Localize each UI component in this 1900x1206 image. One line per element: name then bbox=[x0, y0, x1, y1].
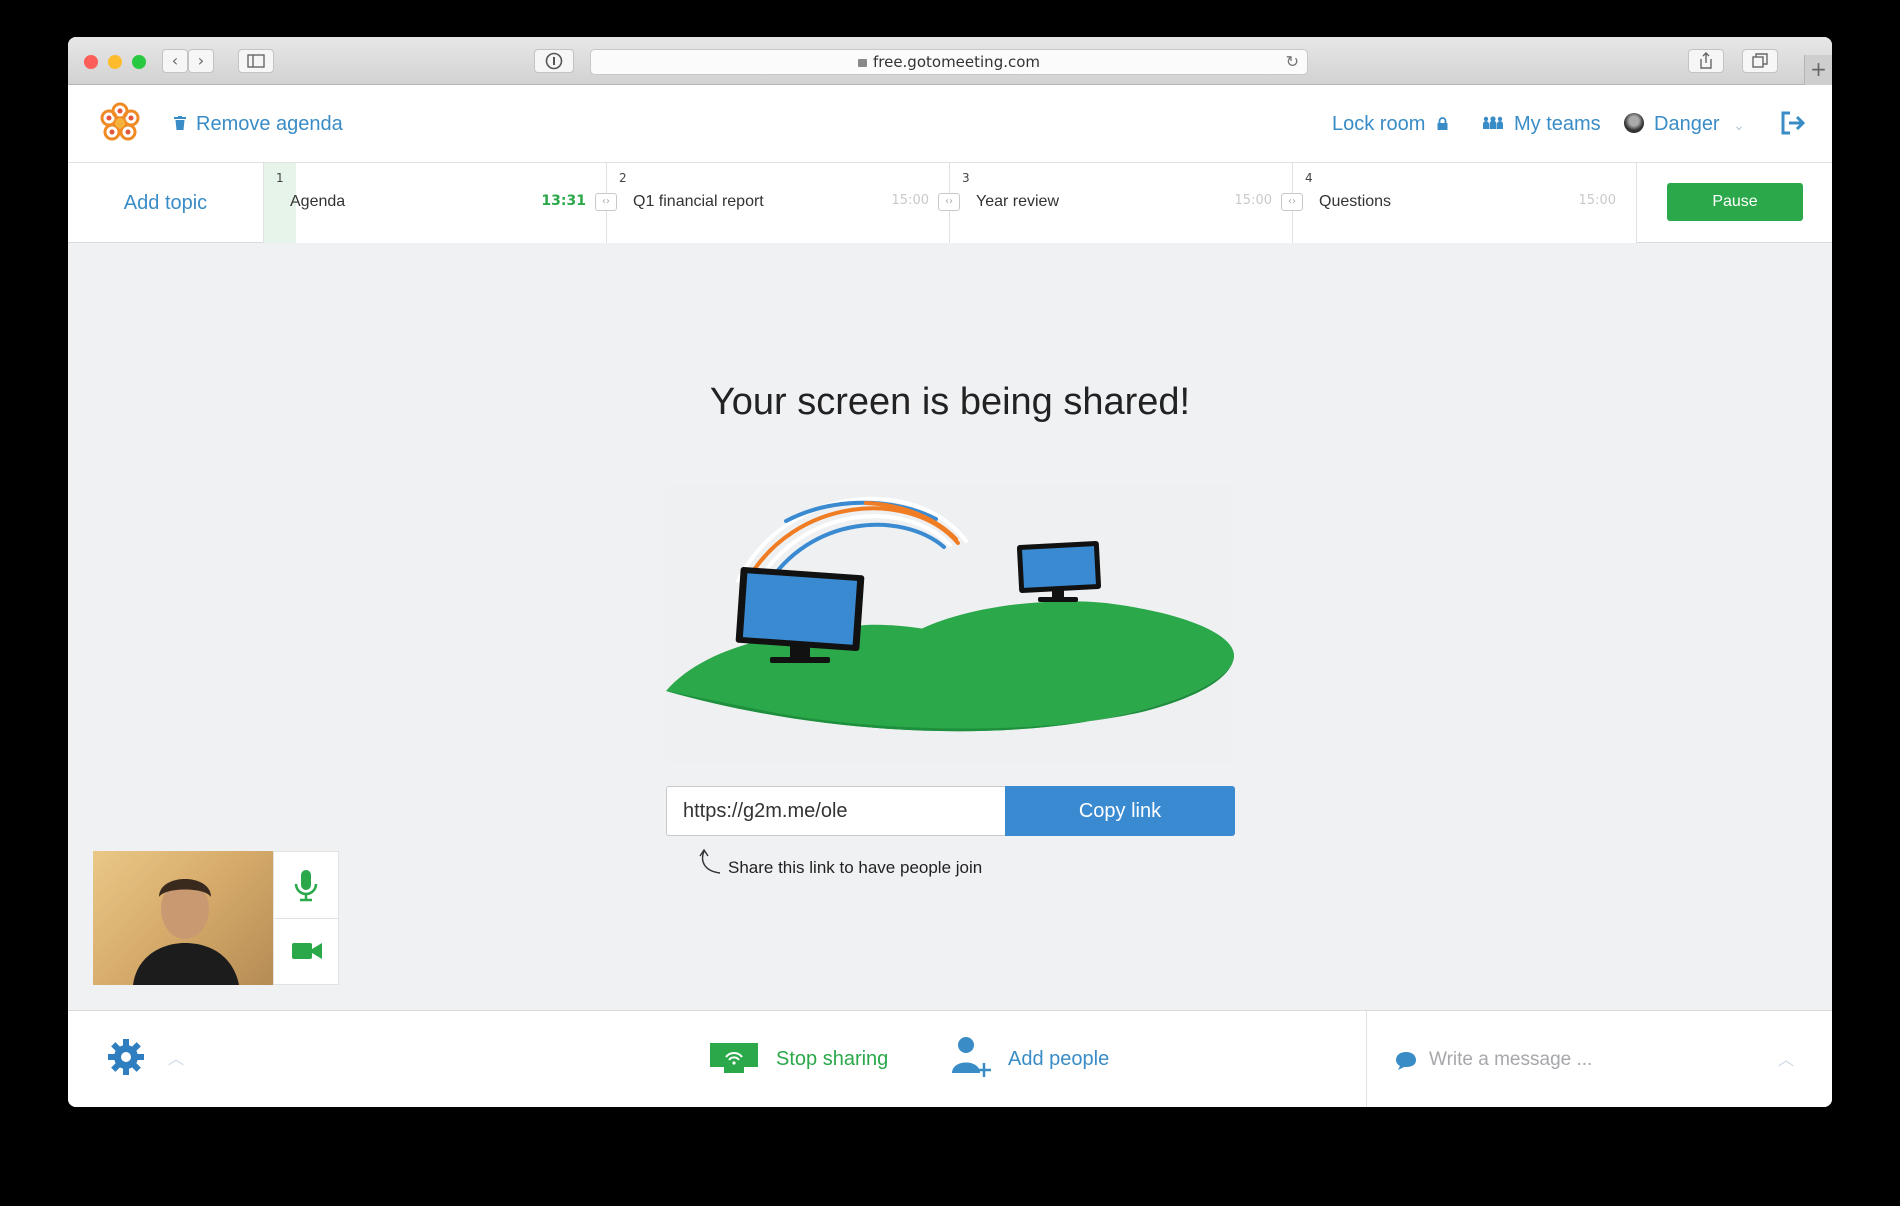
chevron-down-icon: ⌄ bbox=[1733, 117, 1745, 133]
add-topic-label: Add topic bbox=[123, 192, 208, 214]
lock-room-label: Lock room bbox=[1332, 113, 1426, 135]
tabs-overview-button[interactable] bbox=[1742, 49, 1778, 73]
share-link-input[interactable]: https://g2m.me/ole bbox=[666, 786, 1006, 836]
stop-sharing-label: Stop sharing bbox=[776, 1048, 889, 1070]
agenda-bar: Add topic 1 Agenda 13:31 ‹› 2 Q1 financi… bbox=[68, 163, 1832, 243]
my-teams-link[interactable]: My teams bbox=[1482, 85, 1601, 163]
lock-room-link[interactable]: Lock room bbox=[1332, 85, 1448, 163]
settings-expand-button[interactable]: ︿ bbox=[168, 1011, 184, 1107]
privacy-report-button[interactable] bbox=[534, 49, 574, 73]
team-icon bbox=[1482, 85, 1504, 163]
add-topic-button[interactable]: Add topic bbox=[68, 163, 264, 243]
chevron-left-icon: ‹ bbox=[171, 51, 179, 70]
close-window-button[interactable] bbox=[84, 55, 98, 69]
chat-expand-button[interactable]: ︿ bbox=[1778, 1011, 1794, 1107]
reorder-handle-icon[interactable]: ‹› bbox=[1281, 193, 1303, 211]
info-icon bbox=[545, 52, 563, 70]
page-title: Your screen is being shared! bbox=[709, 381, 1191, 423]
lock-icon bbox=[857, 59, 867, 67]
app-header: Remove agenda Lock room My teams Danger … bbox=[68, 85, 1832, 163]
new-tab-button[interactable]: + bbox=[1804, 55, 1832, 85]
bottom-toolbar: ︿ Stop sharing Add people Write a messag… bbox=[68, 1010, 1832, 1107]
back-button[interactable]: ‹ bbox=[162, 49, 188, 73]
chat-panel[interactable]: Write a message ... ︿ bbox=[1366, 1011, 1832, 1107]
copy-link-button[interactable]: Copy link bbox=[1005, 786, 1235, 836]
screen-share-icon bbox=[710, 1043, 758, 1073]
share-link-hint: Share this link to have people join bbox=[728, 858, 983, 877]
add-people-label: Add people bbox=[1008, 1048, 1110, 1070]
camera-button[interactable] bbox=[274, 918, 338, 984]
gear-icon bbox=[108, 1039, 144, 1075]
zoom-window-button[interactable] bbox=[132, 55, 146, 69]
microphone-button[interactable] bbox=[274, 852, 338, 918]
curved-arrow-icon bbox=[699, 848, 721, 874]
leave-meeting-button[interactable] bbox=[1780, 85, 1806, 163]
reload-icon[interactable]: ↻ bbox=[1286, 50, 1299, 74]
webcam-preview[interactable] bbox=[93, 851, 273, 985]
settings-button[interactable] bbox=[106, 1011, 146, 1107]
browser-window: ‹ › free.gotomeeting.com ↻ + Remove agen… bbox=[68, 37, 1832, 1107]
add-person-icon bbox=[952, 1037, 991, 1077]
exit-icon bbox=[1781, 111, 1806, 135]
sidebar-toggle-button[interactable] bbox=[238, 49, 274, 73]
topic-name: Q1 financial report bbox=[633, 193, 764, 210]
chat-bubble-icon bbox=[1396, 1052, 1416, 1070]
agenda-topic-1[interactable]: 1 Agenda 13:31 ‹› bbox=[264, 163, 617, 243]
address-bar[interactable]: free.gotomeeting.com ↻ bbox=[590, 49, 1308, 75]
topic-name: Year review bbox=[976, 193, 1060, 210]
forward-button[interactable]: › bbox=[188, 49, 214, 73]
agenda-topic-2[interactable]: 2 Q1 financial report 15:00 ‹› bbox=[607, 163, 960, 243]
padlock-icon bbox=[1437, 85, 1448, 163]
tabs-icon bbox=[1752, 53, 1768, 68]
gotomeeting-logo[interactable] bbox=[98, 101, 142, 145]
topic-name: Agenda bbox=[290, 193, 346, 210]
remove-agenda-label: Remove agenda bbox=[196, 113, 343, 135]
minimize-window-button[interactable] bbox=[108, 55, 122, 69]
microphone-icon bbox=[294, 870, 318, 902]
share-icon bbox=[1700, 52, 1712, 69]
reorder-handle-icon[interactable]: ‹› bbox=[595, 193, 617, 211]
av-controls bbox=[273, 851, 339, 985]
pause-label: Pause bbox=[1712, 193, 1758, 210]
share-button[interactable] bbox=[1688, 49, 1724, 73]
topic-number: 2 bbox=[619, 171, 627, 185]
pause-button[interactable]: Pause bbox=[1667, 183, 1803, 221]
message-input[interactable]: Write a message ... bbox=[1429, 1011, 1592, 1107]
my-teams-label: My teams bbox=[1514, 113, 1601, 135]
topic-time: 15:00 bbox=[891, 193, 929, 208]
trash-icon bbox=[174, 85, 186, 163]
chevron-up-icon: ︿ bbox=[168, 1051, 185, 1068]
chevron-up-icon: ︿ bbox=[1777, 1050, 1794, 1069]
add-people-button[interactable]: Add people bbox=[948, 1011, 1109, 1107]
url-text: free.gotomeeting.com bbox=[872, 53, 1041, 71]
screen-sharing-illustration bbox=[666, 485, 1234, 763]
user-menu[interactable]: Danger ⌄ bbox=[1624, 85, 1745, 163]
topic-time: 15:00 bbox=[1234, 193, 1272, 208]
topic-name: Questions bbox=[1319, 193, 1392, 210]
topic-number: 1 bbox=[276, 171, 284, 185]
stop-sharing-button[interactable]: Stop sharing bbox=[708, 1011, 888, 1107]
reorder-handle-icon[interactable]: ‹› bbox=[938, 193, 960, 211]
avatar bbox=[1624, 113, 1644, 133]
topic-time: 15:00 bbox=[1578, 193, 1616, 208]
person-silhouette bbox=[133, 879, 239, 985]
browser-toolbar: ‹ › free.gotomeeting.com ↻ + bbox=[68, 37, 1832, 85]
topic-time: 13:31 bbox=[541, 193, 586, 209]
video-camera-icon bbox=[292, 943, 322, 959]
copy-link-label: Copy link bbox=[1078, 800, 1162, 822]
agenda-topic-4[interactable]: 4 Questions 15:00 bbox=[1293, 163, 1636, 243]
user-name: Danger bbox=[1654, 113, 1720, 135]
pause-area: Pause bbox=[1636, 163, 1832, 243]
topic-number: 4 bbox=[1305, 171, 1313, 185]
remove-agenda-link[interactable]: Remove agenda bbox=[174, 85, 343, 163]
sidebar-icon bbox=[247, 54, 265, 68]
agenda-topic-3[interactable]: 3 Year review 15:00 ‹› bbox=[950, 163, 1303, 243]
plus-icon: + bbox=[1810, 57, 1827, 81]
chevron-right-icon: › bbox=[197, 51, 205, 70]
topic-number: 3 bbox=[962, 171, 970, 185]
